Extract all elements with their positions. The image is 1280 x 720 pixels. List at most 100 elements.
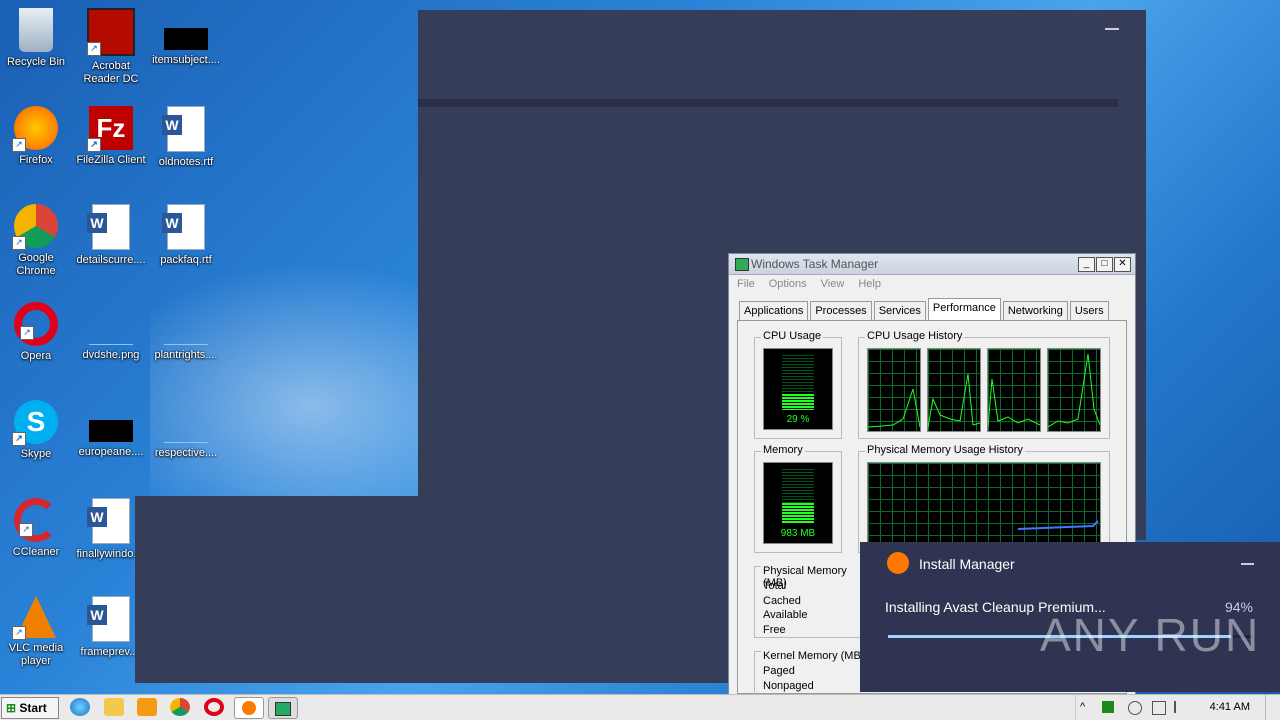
memory-history-graph	[867, 462, 1101, 546]
desktop-icon-label: VLC media player	[8, 642, 64, 667]
desktop-icon-firefox[interactable]: ↗ Firefox	[0, 106, 73, 167]
word-document-icon	[87, 204, 130, 250]
stat-available: Available	[763, 609, 808, 621]
tab-applications[interactable]: Applications	[739, 301, 809, 320]
media-player-icon[interactable]	[137, 698, 157, 716]
window-title: Windows Task Manager	[751, 257, 879, 271]
install-manager-title: Install Manager	[919, 556, 1015, 572]
maximize-button[interactable]: □	[1096, 257, 1113, 272]
internet-explorer-icon[interactable]	[70, 698, 90, 716]
tab-strip: Applications Processes Services Performa…	[739, 298, 1111, 321]
chrome-icon: ↗	[12, 204, 58, 250]
desktop-icon-europeane[interactable]: europeane....	[74, 400, 148, 459]
menu-options[interactable]: Options	[769, 275, 807, 293]
memory-meter-fill	[782, 503, 814, 524]
desktop-icon-detailscurre[interactable]: detailscurre....	[74, 204, 148, 267]
cpu-history-group: CPU Usage History	[858, 330, 1110, 439]
cpu-usage-label: CPU Usage	[761, 330, 824, 342]
show-desktop-button[interactable]	[1265, 695, 1280, 720]
desktop-icon-dvdshe[interactable]: dvdshe.png	[74, 302, 148, 362]
tab-processes[interactable]: Processes	[810, 301, 872, 320]
network-icon[interactable]	[1152, 701, 1166, 715]
cpu-history-label: CPU Usage History	[865, 330, 965, 342]
chrome-icon[interactable]	[170, 698, 190, 716]
desktop-icon-label: CCleaner	[12, 546, 60, 558]
network-status-icon[interactable]	[1102, 701, 1114, 713]
action-center-flag-icon[interactable]	[1174, 701, 1188, 713]
desktop-icon-label: itemsubject....	[152, 54, 220, 66]
memory-value: 983 MB	[780, 528, 816, 539]
minimize-icon[interactable]	[1105, 28, 1119, 30]
minimize-icon[interactable]	[1241, 563, 1254, 565]
desktop-icon-ccleaner[interactable]: ↗ CCleaner	[0, 498, 73, 559]
tab-performance[interactable]: Performance	[927, 298, 1001, 321]
desktop-icon-label: Skype	[20, 448, 52, 460]
cpu-history-graph	[987, 348, 1041, 432]
start-button[interactable]: ⊞ Start	[1, 697, 59, 719]
desktop-icon-acrobat[interactable]: ↗ Acrobat Reader DC	[74, 8, 148, 86]
desktop-icon-vlc[interactable]: ↗ VLC media player	[0, 596, 73, 668]
word-document-icon	[162, 106, 205, 152]
word-document-icon	[162, 204, 205, 250]
desktop-icon-recycle-bin[interactable]: Recycle Bin	[0, 8, 73, 69]
tab-users[interactable]: Users	[1069, 301, 1109, 320]
vlc-icon: ↗	[12, 596, 56, 640]
task-manager-titlebar[interactable]: Windows Task Manager _ □ ✕	[729, 254, 1135, 275]
anyrun-watermark: ANY RUN	[1040, 609, 1261, 661]
filezilla-icon: Fz ↗	[87, 106, 133, 152]
stat-free: Free	[763, 624, 786, 636]
tab-services[interactable]: Services	[873, 301, 926, 320]
desktop-icon-label: Firefox	[19, 154, 53, 166]
word-document-icon	[87, 498, 130, 544]
desktop-icon-label: plantrights....	[154, 349, 218, 361]
minimize-button[interactable]: _	[1078, 257, 1095, 272]
desktop-icon-oldnotes[interactable]: oldnotes.rtf	[149, 106, 223, 169]
ccleaner-icon: ↗	[14, 498, 58, 542]
close-button[interactable]: ✕	[1114, 257, 1131, 272]
desktop-icon-label: frameprev....	[80, 646, 142, 658]
opera-icon: ↗	[14, 302, 58, 346]
desktop-icon-label: packfaq.rtf	[160, 254, 212, 266]
menu-view[interactable]: View	[821, 275, 845, 293]
taskbar-task-manager-button[interactable]	[268, 697, 298, 719]
show-hidden-icons-icon[interactable]: ^	[1080, 701, 1092, 713]
taskbar-avast-button[interactable]	[234, 697, 264, 719]
desktop-icon-label: detailscurre....	[76, 254, 146, 266]
menu-bar: File Options View Help	[729, 275, 1135, 293]
desktop-icon-filezilla[interactable]: Fz ↗ FileZilla Client	[74, 106, 148, 167]
menu-file[interactable]: File	[737, 275, 755, 293]
cpu-meter-fill	[782, 394, 814, 410]
volume-icon[interactable]	[1128, 701, 1142, 715]
memory-meter: 983 MB	[763, 462, 833, 544]
desktop-icon-label: Opera	[20, 350, 52, 362]
cpu-history-graph	[927, 348, 981, 432]
avast-logo-icon	[887, 552, 909, 574]
desktop-icon-itemsubject[interactable]: itemsubject....	[149, 8, 223, 67]
desktop-icon-skype[interactable]: S ↗ Skype	[0, 400, 73, 461]
stat-cached: Cached	[763, 595, 801, 607]
desktop-icon-respective[interactable]: respective....	[149, 400, 223, 460]
desktop-icon-label: Google Chrome	[16, 252, 56, 277]
cpu-usage-group: CPU Usage 29 %	[754, 330, 842, 439]
desktop-icon-opera[interactable]: ↗ Opera	[0, 302, 73, 363]
memory-history-label: Physical Memory Usage History	[865, 444, 1025, 456]
dark-window-panel-lower	[135, 496, 735, 683]
avast-icon	[242, 701, 256, 715]
explorer-folder-icon[interactable]	[104, 698, 124, 716]
desktop-icon-chrome[interactable]: ↗ Google Chrome	[0, 204, 73, 278]
desktop-icon-plantrights[interactable]: plantrights....	[149, 302, 223, 362]
task-manager-icon	[735, 258, 749, 271]
word-document-icon	[87, 596, 130, 642]
desktop-icon-label: FileZilla Client	[76, 154, 146, 166]
desktop-icon-packfaq[interactable]: packfaq.rtf	[149, 204, 223, 267]
stat-nonpaged: Nonpaged	[763, 680, 814, 692]
desktop-icon-label: oldnotes.rtf	[158, 156, 214, 168]
opera-icon[interactable]	[204, 698, 224, 716]
menu-help[interactable]: Help	[858, 275, 881, 293]
clock[interactable]: 4:41 AM	[1210, 701, 1250, 713]
tab-networking[interactable]: Networking	[1002, 301, 1068, 320]
desktop-icon-label: Acrobat Reader DC	[83, 60, 139, 85]
dark-window-bar	[418, 99, 1118, 107]
black-file-icon	[89, 420, 133, 442]
cpu-usage-value: 29 %	[786, 414, 810, 425]
